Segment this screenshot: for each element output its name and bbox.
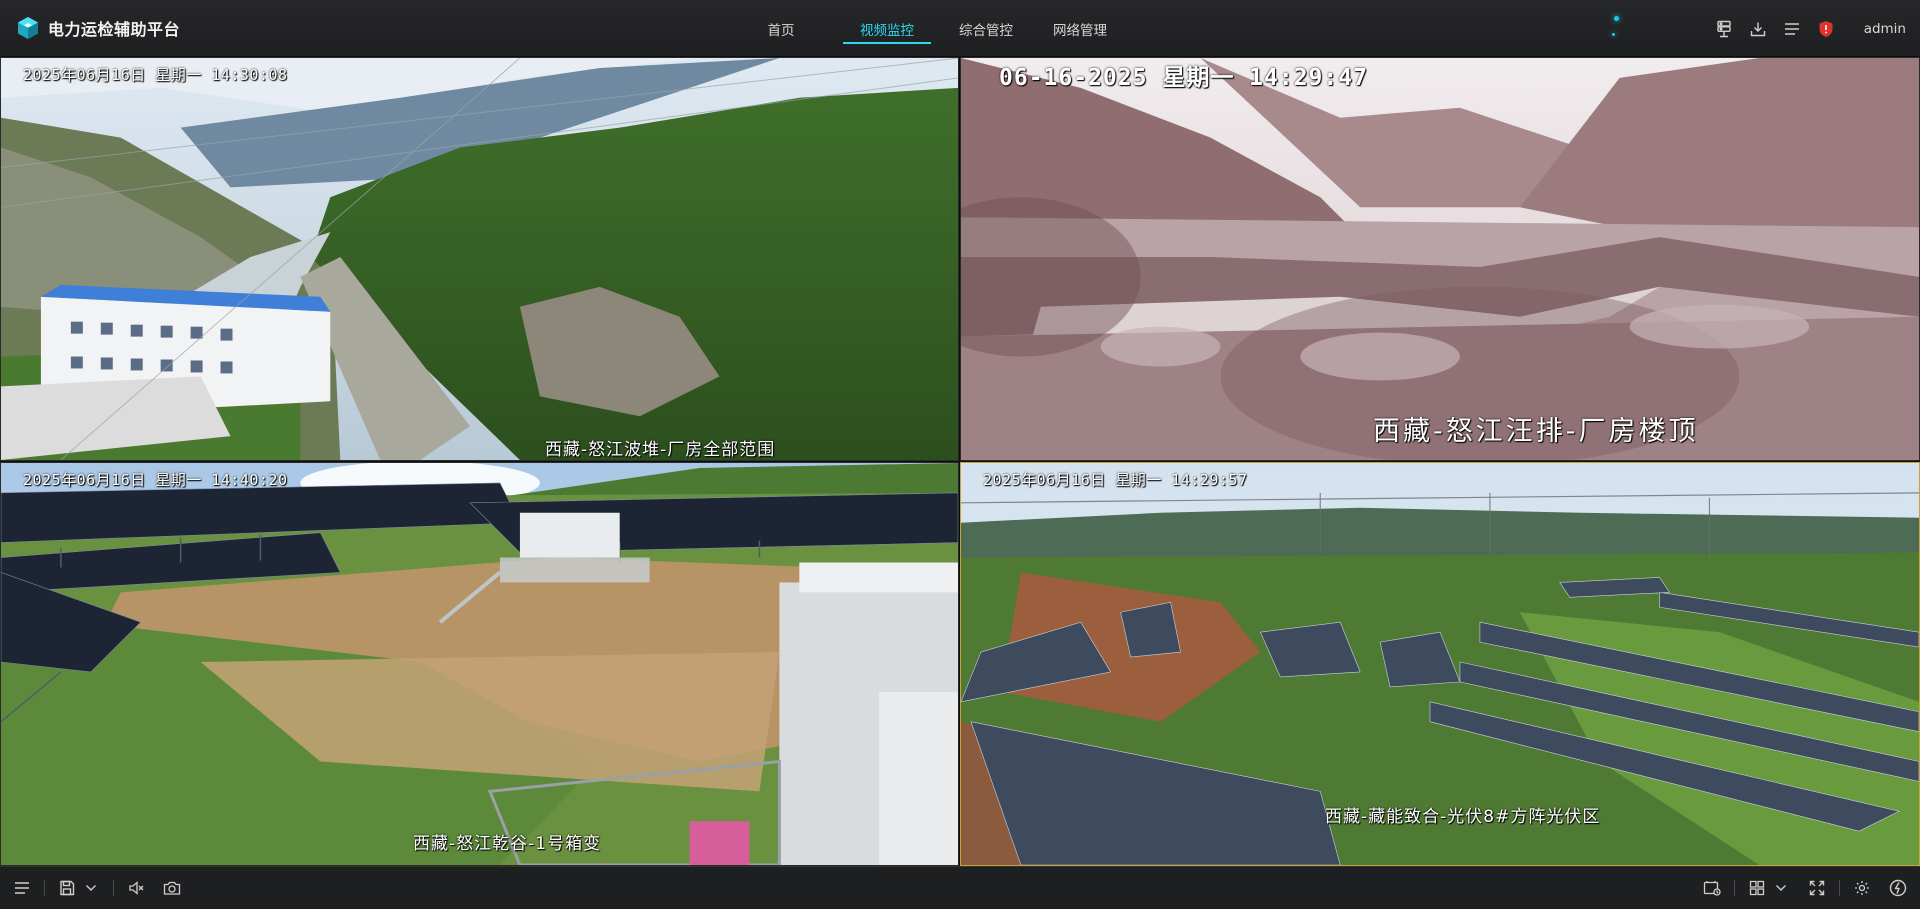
top-tools: admin	[1714, 0, 1906, 57]
layout-switch-icon[interactable]	[1702, 878, 1722, 898]
video-tile-3[interactable]: 2025年06月16日 星期一 14:40:20 西藏-怒江乾谷-1号箱变	[0, 462, 959, 866]
nav-video-monitoring[interactable]: 视频监控	[843, 0, 931, 57]
brand[interactable]: 电力运检辅助平台	[16, 15, 180, 41]
chevron-down-icon[interactable]	[1771, 878, 1791, 898]
toolbar-divider	[1734, 880, 1735, 896]
video-timestamp: 2025年06月16日 星期一 14:40:20	[23, 471, 288, 489]
main-nav: 首页 视频监控 综合管控 网络管理	[745, 0, 1123, 57]
toolbar-divider	[113, 880, 114, 896]
fullscreen-icon[interactable]	[1807, 878, 1827, 898]
video-timestamp: 2025年06月16日 星期一 14:29:57	[983, 471, 1248, 489]
video-channel-name: 西藏-怒江乾谷-1号箱变	[413, 834, 602, 854]
app-title: 电力运检辅助平台	[48, 20, 181, 39]
alarm-shield-icon[interactable]	[1816, 19, 1836, 39]
cube-logo-icon	[18, 17, 38, 39]
mute-icon[interactable]	[126, 878, 146, 898]
grid-layout-icon[interactable]	[1747, 878, 1767, 898]
download-icon[interactable]	[1748, 19, 1768, 39]
server-icon[interactable]	[1714, 19, 1734, 39]
settings-icon[interactable]	[1852, 878, 1872, 898]
video-tile-1[interactable]: 2025年06月16日 星期一 14:30:08 西藏-怒江波堆-厂房全部范围	[0, 57, 959, 461]
video-timestamp: 06-16-2025 星期一 14:29:47	[999, 65, 1368, 91]
nav-network-management[interactable]: 网络管理	[1037, 0, 1123, 57]
video-feed-1	[1, 58, 958, 460]
chevron-down-icon[interactable]	[81, 878, 101, 898]
video-feed-2	[961, 58, 1919, 460]
save-icon[interactable]	[57, 878, 77, 898]
top-bar: 电力运检辅助平台 首页 视频监控 综合管控 网络管理 admin	[0, 0, 1920, 57]
user-menu[interactable]: admin	[1864, 21, 1906, 37]
video-channel-name: 西藏-怒江汪排-厂房楼顶	[1373, 416, 1699, 447]
video-tile-2[interactable]: 06-16-2025 星期一 14:29:47 西藏-怒江汪排-厂房楼顶	[960, 57, 1920, 461]
video-channel-name: 西藏-怒江波堆-厂房全部范围	[545, 440, 776, 460]
list-icon[interactable]	[1782, 19, 1802, 39]
decor-dot	[1614, 16, 1619, 21]
power-icon[interactable]	[1888, 878, 1908, 898]
snapshot-icon[interactable]	[162, 878, 182, 898]
video-timestamp: 2025年06月16日 星期一 14:30:08	[23, 66, 288, 84]
video-tile-4[interactable]: 2025年06月16日 星期一 14:29:57 西藏-藏能致合-光伏8#方阵光…	[960, 462, 1920, 866]
toolbar-divider	[44, 880, 45, 896]
video-grid: 2025年06月16日 星期一 14:30:08 西藏-怒江波堆-厂房全部范围	[0, 57, 1920, 866]
video-channel-name: 西藏-藏能致合-光伏8#方阵光伏区	[1325, 807, 1601, 827]
decor-dot	[1612, 33, 1615, 36]
nav-integrated-control[interactable]: 综合管控	[943, 0, 1029, 57]
toolbar-divider	[1839, 880, 1840, 896]
video-feed-3	[1, 463, 958, 865]
bottom-toolbar	[0, 866, 1920, 908]
menu-toggle-icon[interactable]	[12, 878, 32, 898]
nav-home[interactable]: 首页	[745, 0, 817, 57]
